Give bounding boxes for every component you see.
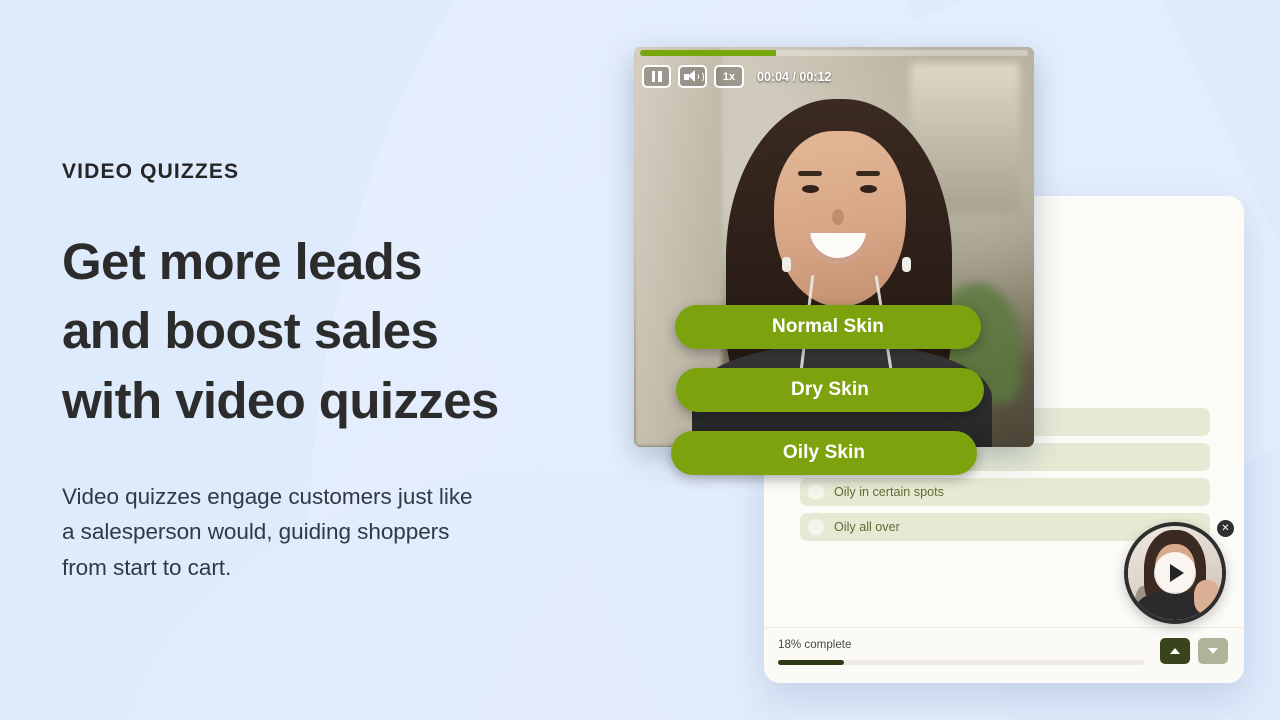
caret-down-icon bbox=[1208, 648, 1218, 654]
volume-button[interactable] bbox=[678, 65, 707, 88]
hero-text-column: VIDEO QUIZZES Get more leads and boost s… bbox=[62, 160, 602, 585]
video-controls: 1x 00:04 / 00:12 bbox=[642, 65, 831, 88]
radio-icon[interactable] bbox=[808, 519, 824, 535]
headline-line-1: Get more leads bbox=[62, 233, 423, 291]
video-progress-bar[interactable] bbox=[640, 50, 1028, 56]
headline-line-3: with video quizzes bbox=[62, 371, 499, 429]
bubble-video-thumbnail[interactable] bbox=[1124, 522, 1226, 624]
answer-button-normal-skin[interactable]: Normal Skin bbox=[675, 305, 981, 349]
progress-label: 18% complete bbox=[778, 638, 852, 651]
headline-line-2: and boost sales bbox=[62, 302, 439, 360]
page-title: Get more leads and boost sales with vide… bbox=[62, 227, 602, 435]
subcopy-line-2: a salesperson would, guiding shoppers bbox=[62, 519, 450, 545]
video-progress-fill bbox=[640, 50, 776, 56]
caret-up-icon bbox=[1170, 648, 1180, 654]
subcopy-line-3: from start to cart. bbox=[62, 554, 232, 580]
eyebrow-label: VIDEO QUIZZES bbox=[62, 160, 240, 183]
quiz-option-label: Oily all over bbox=[834, 520, 900, 534]
quiz-footer: 18% complete bbox=[764, 627, 1244, 683]
play-icon[interactable] bbox=[1154, 552, 1196, 594]
close-icon[interactable]: ✕ bbox=[1217, 520, 1234, 537]
subcopy-line-1: Video quizzes engage customers just like bbox=[62, 484, 473, 510]
answer-button-oily-skin[interactable]: Oily Skin bbox=[671, 431, 977, 475]
pause-icon bbox=[651, 71, 662, 82]
volume-icon bbox=[684, 70, 704, 83]
prev-question-button[interactable] bbox=[1160, 638, 1190, 664]
video-answer-buttons: Normal Skin Dry Skin Oily Skin bbox=[634, 305, 1034, 494]
video-quiz-player: 1x 00:04 / 00:12 Normal Skin Dry Skin Oi… bbox=[634, 47, 1034, 475]
answer-button-dry-skin[interactable]: Dry Skin bbox=[676, 368, 984, 412]
progress-bar-fill bbox=[778, 660, 844, 665]
video-timestamp: 00:04 / 00:12 bbox=[757, 69, 832, 84]
hero-subcopy: Video quizzes engage customers just like… bbox=[62, 479, 602, 585]
playback-speed-button[interactable]: 1x bbox=[714, 65, 744, 88]
quiz-nav-buttons bbox=[1160, 638, 1228, 664]
next-question-button[interactable] bbox=[1198, 638, 1228, 664]
floating-video-bubble[interactable]: ✕ bbox=[1124, 520, 1234, 624]
pause-button[interactable] bbox=[642, 65, 671, 88]
progress-bar-track bbox=[778, 660, 1144, 665]
